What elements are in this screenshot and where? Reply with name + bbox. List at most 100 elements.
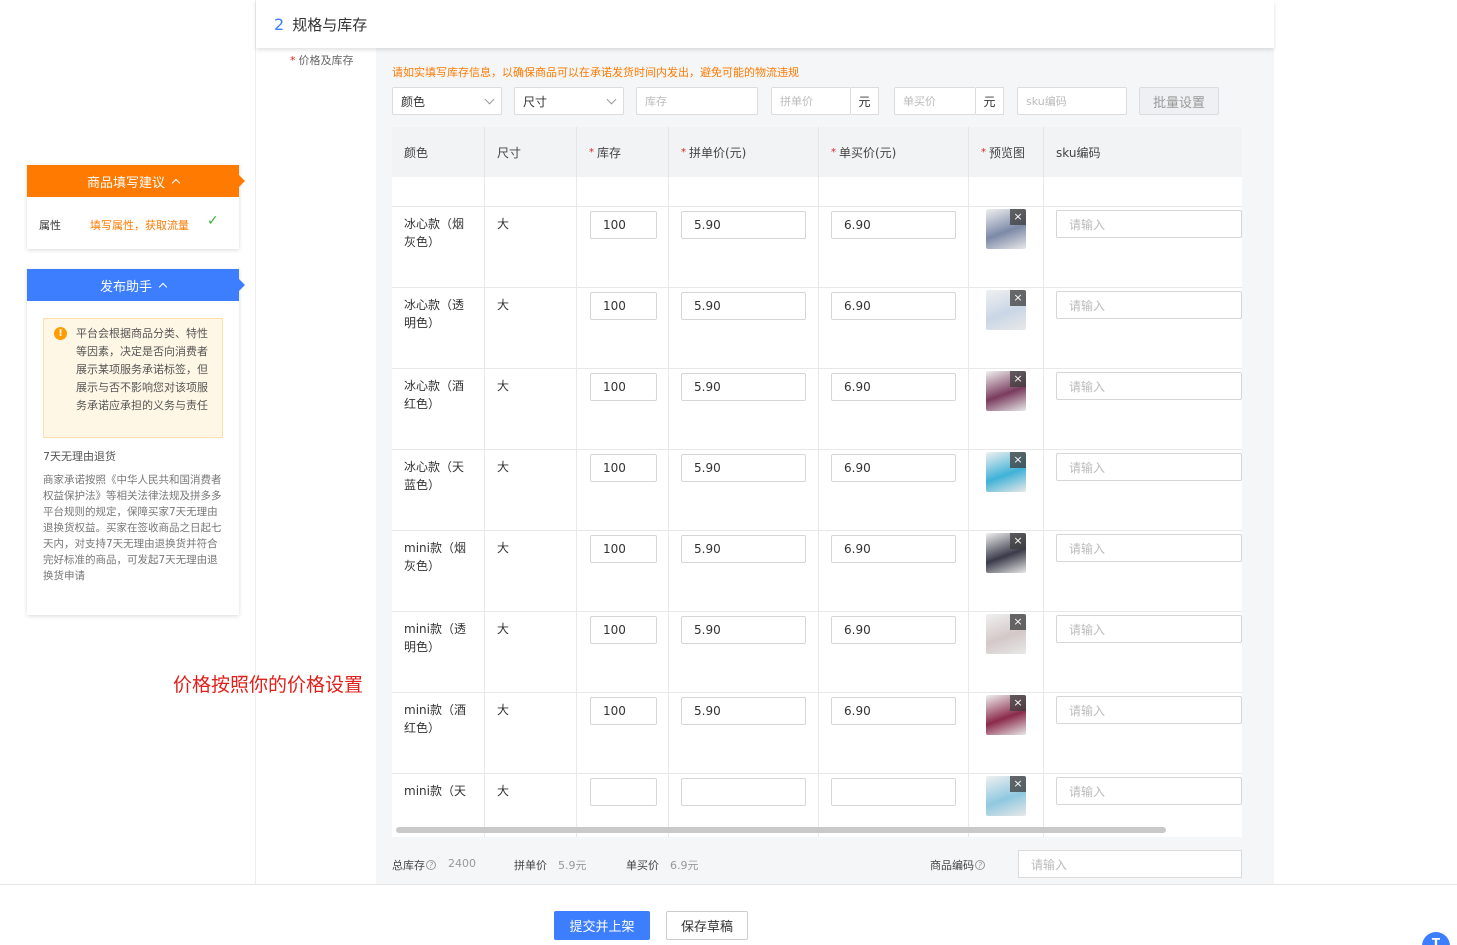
size-value: 大: [497, 622, 510, 636]
batch-set-button[interactable]: 批量设置: [1139, 87, 1219, 115]
preview-thumbnail[interactable]: ×: [986, 371, 1026, 411]
single-price-input[interactable]: 6.90: [831, 373, 956, 401]
size-select[interactable]: 尺寸: [514, 87, 624, 115]
cell-single-price: 6.90: [819, 207, 969, 288]
table-row: 冰心款（透明色） 大 100 5.90 6.90 × 请输入: [392, 288, 1242, 369]
group-price-input[interactable]: [681, 778, 806, 806]
stock-input[interactable]: [590, 778, 657, 806]
cell-group-price: 5.90: [669, 207, 819, 288]
sku-input[interactable]: 请输入: [1056, 615, 1242, 643]
remove-image-icon[interactable]: ×: [1010, 776, 1026, 792]
cell-single-price: 6.90: [819, 177, 969, 207]
product-code-input[interactable]: 请输入: [1018, 850, 1242, 878]
remove-image-icon[interactable]: ×: [1010, 209, 1026, 225]
stock-input[interactable]: 100: [590, 616, 657, 644]
sku-input[interactable]: 请输入: [1056, 777, 1242, 805]
remove-image-icon[interactable]: ×: [1010, 533, 1026, 549]
preview-thumbnail[interactable]: ×: [986, 695, 1026, 735]
cell-stock: 100: [577, 207, 669, 288]
annotation-text: 价格按照你的价格设置: [173, 674, 364, 696]
batch-stock-input[interactable]: 库存: [636, 87, 758, 115]
sku-input[interactable]: 请输入: [1056, 534, 1242, 562]
remove-image-icon[interactable]: ×: [1010, 452, 1026, 468]
stock-input[interactable]: 100: [590, 454, 657, 482]
sku-input[interactable]: 请输入: [1056, 453, 1242, 481]
size-value: 大: [497, 298, 510, 312]
chevron-up-icon: [171, 178, 181, 188]
table-row: 浪漫款（天蓝色）大1005.906.90×请输入: [392, 177, 1242, 207]
group-price-input[interactable]: 5.90: [681, 292, 806, 320]
color-value: 冰心款（酒红色）: [404, 379, 465, 411]
table-row: 冰心款（烟灰色） 大 100 5.90 6.90 × 请输入: [392, 207, 1242, 288]
single-price-summary-label: 单买价: [626, 859, 659, 872]
preview-thumbnail[interactable]: ×: [986, 533, 1026, 573]
remove-image-icon[interactable]: ×: [1010, 695, 1026, 711]
remove-image-icon[interactable]: ×: [1010, 614, 1026, 630]
preview-thumbnail[interactable]: ×: [986, 452, 1026, 492]
preview-thumbnail[interactable]: ×: [986, 614, 1026, 654]
header-size: 尺寸: [485, 127, 577, 177]
fill-suggestion-title: 商品填写建议: [86, 175, 165, 191]
cell-group-price: 5.90: [669, 288, 819, 369]
submit-and-list-button[interactable]: 提交并上架: [554, 911, 650, 940]
batch-toolbar: 颜色 尺寸 库存 拼单价 元 单买价 元 sku编码 批量设置: [392, 87, 1219, 115]
cell-group-price: 5.90: [669, 612, 819, 693]
sku-input[interactable]: 请输入: [1056, 210, 1242, 238]
sku-input[interactable]: 请输入: [1056, 696, 1242, 724]
fill-suggestion-card: 商品填写建议 属性 填写属性，获取流量 ✓: [27, 165, 245, 249]
color-select[interactable]: 颜色: [392, 87, 502, 115]
suggestion-row-attributes[interactable]: 属性 填写属性，获取流量 ✓: [27, 197, 239, 249]
cell-preview: ×: [969, 288, 1044, 369]
stock-input[interactable]: 100: [590, 373, 657, 401]
horizontal-scrollbar[interactable]: [396, 827, 1166, 833]
cell-preview: ×: [969, 450, 1044, 531]
group-price-unit: 元: [851, 87, 879, 115]
cell-stock: 100: [577, 177, 669, 207]
stock-input[interactable]: 100: [590, 292, 657, 320]
sku-input[interactable]: 请输入: [1056, 291, 1242, 319]
table-row: 冰心款（酒红色） 大 100 5.90 6.90 × 请输入: [392, 369, 1242, 450]
publish-helper-header[interactable]: 发布助手: [27, 269, 245, 301]
single-price-input[interactable]: 6.90: [831, 211, 956, 239]
batch-sku-input[interactable]: sku编码: [1017, 87, 1127, 115]
single-price-input[interactable]: [831, 778, 956, 806]
product-code-label: 商品编码?: [930, 857, 985, 873]
group-price-input[interactable]: 5.90: [681, 697, 806, 725]
warning-text: 平台会根据商品分类、特性等因素，决定是否向消费者展示某项服务承诺标签，但展示与否…: [76, 327, 208, 412]
group-price-input[interactable]: 5.90: [681, 373, 806, 401]
batch-group-price-input[interactable]: 拼单价: [771, 87, 851, 115]
cell-color: mini款（酒红色）: [392, 693, 485, 774]
group-price-input[interactable]: 5.90: [681, 211, 806, 239]
single-price-input[interactable]: 6.90: [831, 697, 956, 725]
suggestion-value-link[interactable]: 填写属性，获取流量: [90, 217, 189, 233]
group-price-input[interactable]: 5.90: [681, 616, 806, 644]
fill-suggestion-header[interactable]: 商品填写建议: [27, 165, 245, 197]
group-price-input[interactable]: 5.90: [681, 454, 806, 482]
cell-size: 大: [485, 693, 577, 774]
group-price-input[interactable]: 5.90: [681, 535, 806, 563]
single-price-input[interactable]: 6.90: [831, 535, 956, 563]
sku-table: 颜色 尺寸 *库存 *拼单价(元) *单买价(元) *预览图 sku编码 浪漫款…: [392, 127, 1242, 837]
cell-sku: 请输入: [1044, 207, 1242, 288]
preview-thumbnail[interactable]: ×: [986, 209, 1026, 249]
single-price-unit: 元: [976, 87, 1004, 115]
remove-image-icon[interactable]: ×: [1010, 371, 1026, 387]
preview-thumbnail[interactable]: ×: [986, 290, 1026, 330]
cell-group-price: 5.90: [669, 177, 819, 207]
stock-input[interactable]: 100: [590, 697, 657, 725]
single-price-input[interactable]: 6.90: [831, 454, 956, 482]
single-price-input[interactable]: 6.90: [831, 292, 956, 320]
preview-thumbnail[interactable]: ×: [986, 776, 1026, 816]
batch-single-price-input[interactable]: 单买价: [894, 87, 976, 115]
sku-input[interactable]: 请输入: [1056, 372, 1242, 400]
stock-input[interactable]: 100: [590, 211, 657, 239]
size-value: 大: [497, 541, 510, 555]
cell-size: 大: [485, 369, 577, 450]
cell-size: 大: [485, 450, 577, 531]
cell-stock: 100: [577, 450, 669, 531]
remove-image-icon[interactable]: ×: [1010, 290, 1026, 306]
save-draft-button[interactable]: 保存草稿: [666, 911, 748, 940]
group-price-summary-value: 5.9元: [558, 859, 587, 872]
single-price-input[interactable]: 6.90: [831, 616, 956, 644]
stock-input[interactable]: 100: [590, 535, 657, 563]
